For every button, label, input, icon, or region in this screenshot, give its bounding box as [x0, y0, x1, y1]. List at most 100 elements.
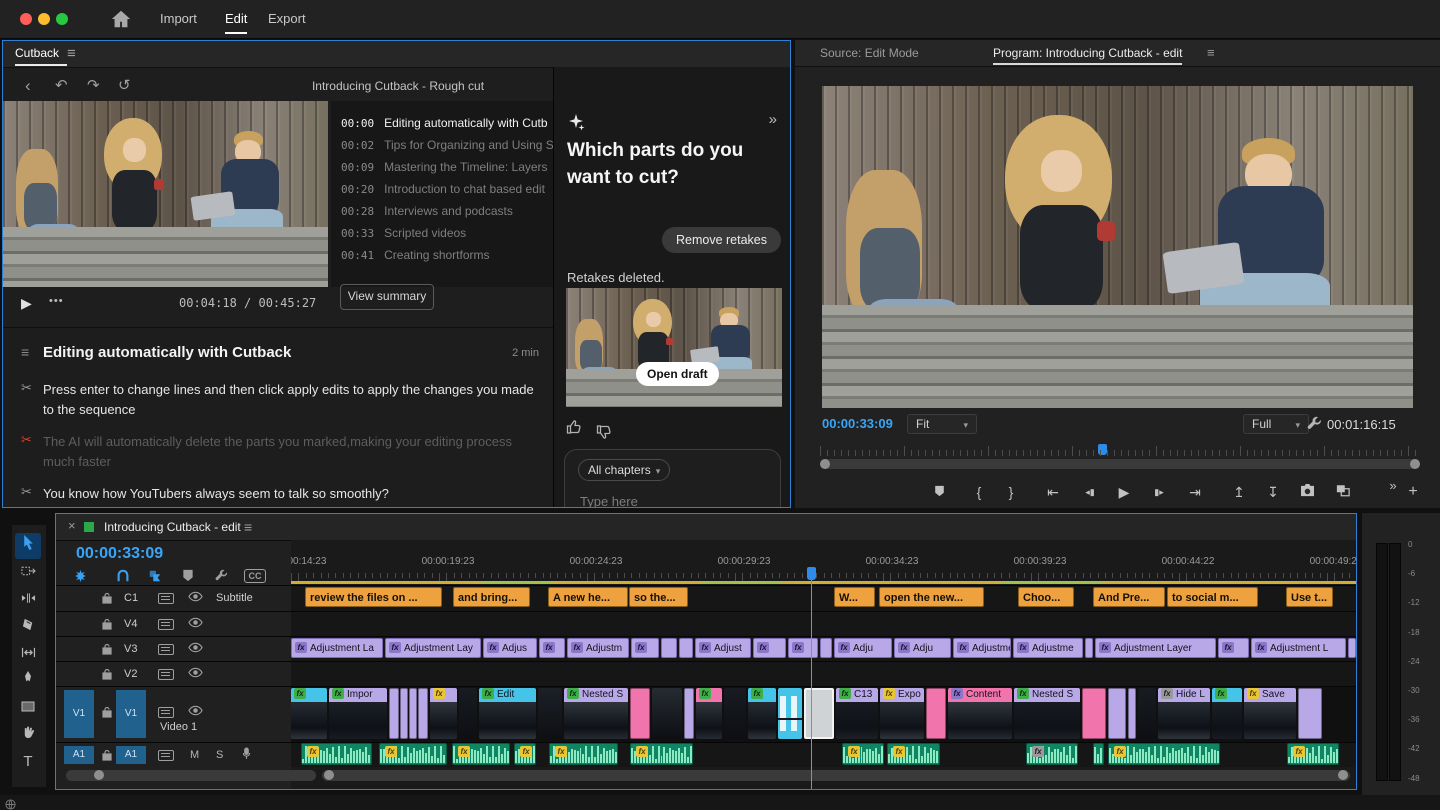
video-clip[interactable] — [804, 688, 834, 739]
play-button[interactable]: ▶ — [21, 295, 32, 312]
video-clip[interactable] — [418, 688, 428, 739]
video-clip[interactable]: fxSave — [1244, 688, 1296, 739]
thumbs-up-icon[interactable] — [566, 422, 582, 439]
video-clip[interactable] — [1108, 688, 1126, 739]
add-button[interactable]: + — [1401, 480, 1425, 504]
playback-resolution-dropdown[interactable]: Full▾ — [1243, 414, 1309, 434]
chapter-item[interactable]: 00:41Creating shortforms — [341, 248, 490, 268]
menu-tab-export[interactable]: Export — [268, 11, 306, 26]
adjustment-layer-clip[interactable] — [679, 638, 693, 658]
pen-tool[interactable] — [15, 668, 41, 694]
video-clip[interactable]: fxNested S — [564, 688, 628, 739]
chapter-item[interactable]: 00:20Introduction to chat based edit — [341, 182, 545, 202]
export-frame-button[interactable] — [1295, 480, 1319, 504]
tab-program[interactable]: Program: Introducing Cutback - edit — [993, 46, 1182, 60]
lock-icon[interactable] — [102, 748, 112, 766]
audio-clip[interactable]: fx — [379, 743, 447, 765]
tab-source[interactable]: Source: Edit Mode — [820, 46, 919, 60]
draft-thumbnail[interactable]: Open draft — [566, 288, 782, 407]
redo-button[interactable]: ↷ — [87, 78, 100, 93]
subtitle-clip[interactable]: And Pre... — [1093, 587, 1165, 607]
chapter-item[interactable]: 00:33Scripted videos — [341, 226, 466, 246]
video-clip[interactable]: fxImpor — [329, 688, 387, 739]
compare-view-button[interactable] — [1331, 480, 1355, 504]
assistant-input[interactable]: All chapters▾ Type here — [564, 449, 781, 508]
lift-button[interactable]: ↥ — [1227, 480, 1251, 504]
video-clip[interactable] — [1138, 688, 1156, 739]
video-clip[interactable] — [1298, 688, 1322, 739]
track-lane-v2[interactable] — [291, 661, 1356, 686]
source-patch-a1[interactable]: A1 — [64, 746, 94, 764]
lock-icon[interactable] — [102, 591, 112, 609]
video-clip[interactable]: fxContent — [948, 688, 1012, 739]
audio-clip[interactable]: fx — [1287, 743, 1339, 765]
audio-clip[interactable]: fx — [630, 743, 693, 765]
tab-cutback[interactable]: Cutback — [15, 46, 59, 60]
slip-tool[interactable] — [15, 641, 41, 667]
history-icon[interactable]: ↺ — [118, 78, 131, 93]
header-zoom-scrollbar[interactable] — [66, 770, 316, 781]
chapter-item[interactable]: 00:00Editing automatically with Cutb — [341, 116, 548, 136]
track-lane-v4[interactable] — [291, 611, 1356, 636]
solo-button[interactable]: S — [216, 749, 223, 761]
video-clip[interactable] — [538, 688, 562, 739]
toggle-track-visibility-icon[interactable] — [188, 589, 203, 607]
lock-icon[interactable] — [102, 705, 112, 723]
voiceover-record-icon[interactable] — [242, 747, 251, 763]
adjustment-layer-clip[interactable] — [820, 638, 832, 658]
adjustment-layer-clip[interactable]: fxAdju — [894, 638, 951, 658]
video-clip[interactable]: fx — [1212, 688, 1242, 739]
panel-menu-icon[interactable]: ≡ — [67, 46, 76, 61]
subtitle-clip[interactable]: Use t... — [1286, 587, 1333, 607]
track-targeting-icon[interactable] — [158, 593, 174, 604]
hand-tool[interactable] — [15, 722, 41, 748]
chapter-item[interactable]: 00:28Interviews and podcasts — [341, 204, 513, 224]
audio-clip[interactable]: fx — [1108, 743, 1220, 765]
adjustment-layer-clip[interactable]: fxAdjus — [483, 638, 537, 658]
target-patch-a1[interactable]: A1 — [116, 746, 146, 764]
mark-in-button[interactable]: { — [967, 480, 991, 504]
video-clip[interactable] — [459, 688, 477, 739]
section-drag-handle-icon[interactable]: ≡ — [21, 344, 29, 360]
play-button[interactable]: ▶ — [1112, 480, 1136, 504]
video-clip[interactable] — [652, 688, 682, 739]
zoom-level-dropdown[interactable]: Fit▾ — [907, 414, 977, 434]
audio-clip[interactable]: fx — [452, 743, 510, 765]
video-clip[interactable]: fxNested S — [1014, 688, 1080, 739]
razor-tool[interactable] — [15, 614, 41, 640]
video-clip[interactable] — [1128, 688, 1136, 739]
adjustment-layer-clip[interactable]: fxAdjustm — [567, 638, 629, 658]
monitor-settings-wrench-icon[interactable] — [1307, 416, 1323, 432]
rectangle-tool[interactable] — [15, 695, 41, 721]
adjustment-layer-clip[interactable]: fx — [631, 638, 659, 658]
adjustment-layer-clip[interactable] — [661, 638, 677, 658]
video-clip[interactable]: fx — [430, 688, 457, 739]
subtitle-clip[interactable]: so the... — [629, 587, 688, 607]
track-targeting-icon[interactable] — [158, 644, 174, 655]
monitor-panel-menu-icon[interactable]: ≡ — [1207, 46, 1215, 59]
more-options-icon[interactable]: ••• — [49, 295, 64, 307]
subtitle-clip[interactable]: W... — [834, 587, 875, 607]
adjustment-layer-clip[interactable] — [1085, 638, 1093, 658]
ripple-edit-tool[interactable] — [15, 587, 41, 613]
window-minimize-button[interactable] — [38, 13, 50, 25]
video-clip[interactable] — [778, 688, 802, 739]
program-current-timecode[interactable]: 00:00:33:09 — [822, 416, 893, 431]
timeline-panel-menu-icon[interactable]: ≡ — [244, 519, 252, 535]
track-targeting-icon[interactable] — [158, 707, 174, 718]
adjustment-layer-clip[interactable]: fxAdjust — [695, 638, 751, 658]
video-clip[interactable] — [1082, 688, 1106, 739]
video-clip[interactable] — [684, 688, 694, 739]
adjustment-layer-clip[interactable]: fx — [753, 638, 786, 658]
video-clip[interactable] — [400, 688, 408, 739]
transcript-line[interactable]: The AI will automatically delete the par… — [43, 432, 541, 472]
track-targeting-icon[interactable] — [158, 619, 174, 630]
toggle-track-visibility-icon[interactable] — [188, 703, 203, 721]
adjustment-layer-clip[interactable]: fx — [788, 638, 818, 658]
program-mini-timeline[interactable] — [820, 442, 1420, 456]
add-marker-button[interactable] — [927, 480, 951, 504]
home-icon[interactable] — [110, 8, 132, 30]
transcript-line[interactable]: Press enter to change lines and then cli… — [43, 380, 541, 420]
type-tool[interactable]: T — [15, 749, 41, 775]
adjustment-layer-clip[interactable]: fx — [539, 638, 565, 658]
